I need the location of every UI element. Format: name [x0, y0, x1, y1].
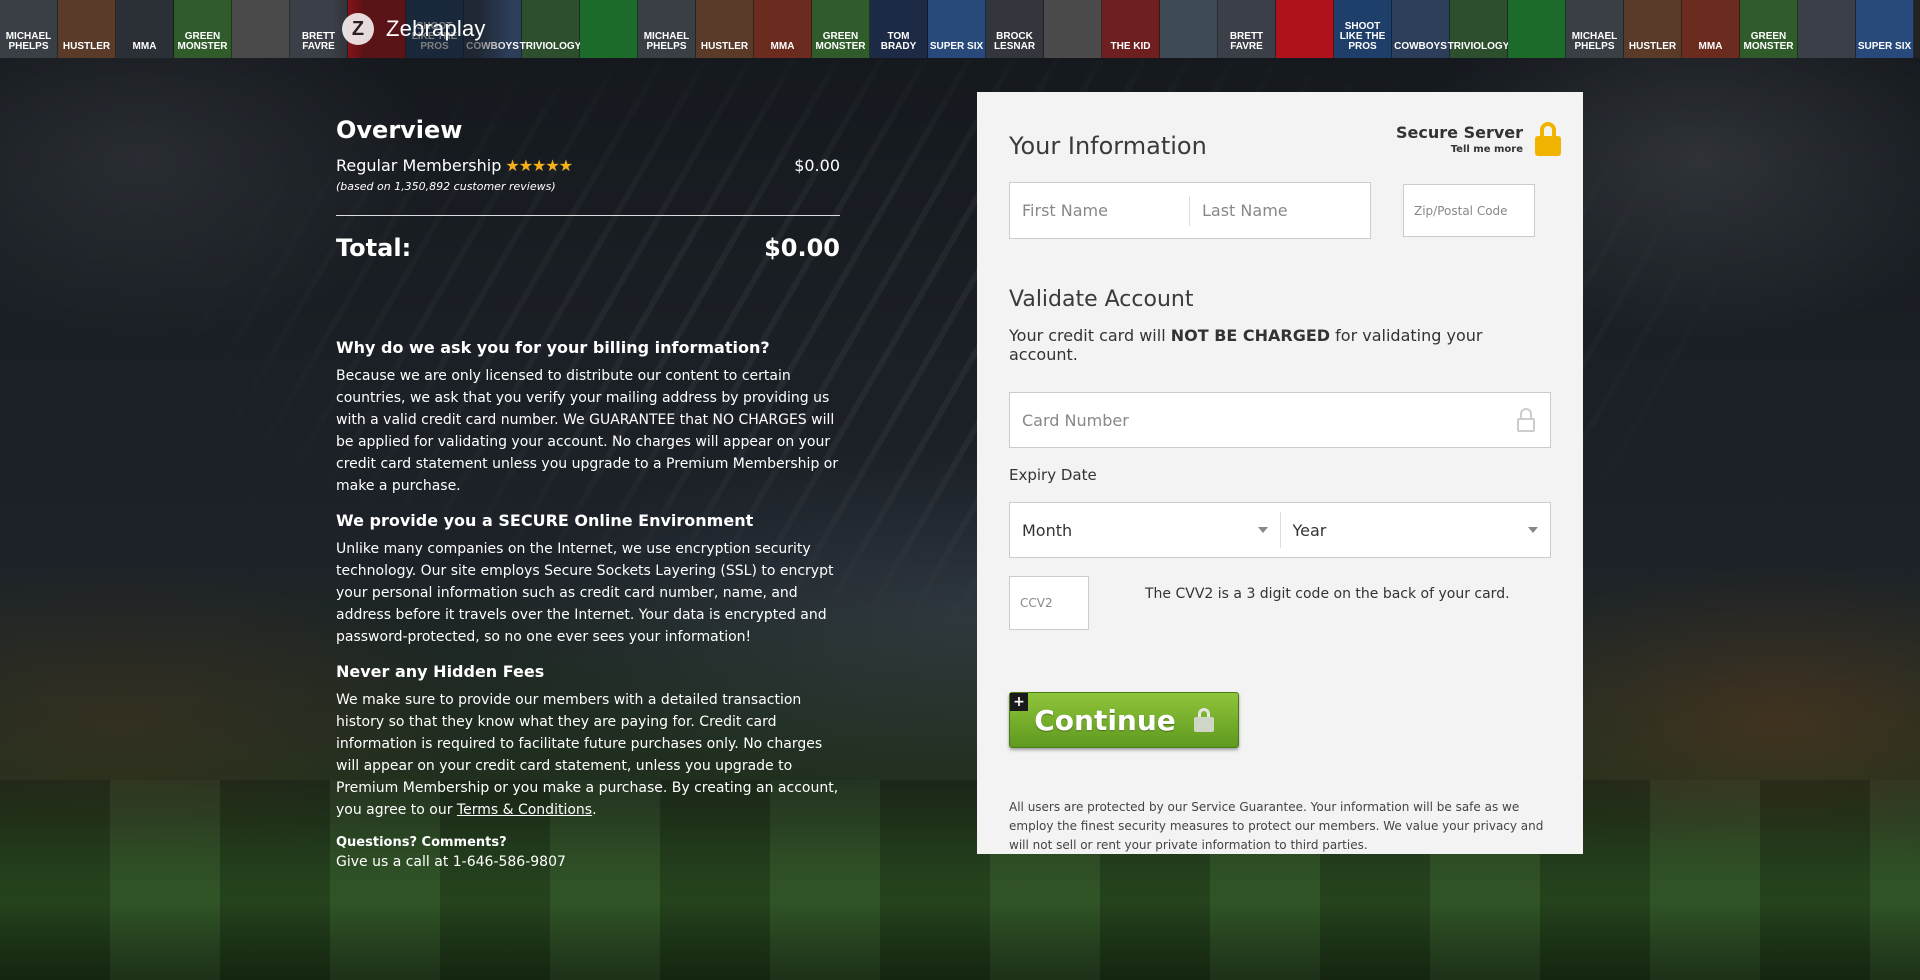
- cover-tile: [1044, 0, 1102, 58]
- zip-code-input[interactable]: [1403, 184, 1535, 237]
- validate-bold: NOT BE CHARGED: [1170, 326, 1331, 345]
- cover-tile: GREEN MONSTER: [1740, 0, 1798, 58]
- membership-name-wrap: Regular Membership ★★★★★: [336, 156, 573, 175]
- cover-tile: MICHAEL PHELPS: [1566, 0, 1624, 58]
- secure-heading: We provide you a SECURE Online Environme…: [336, 511, 754, 530]
- overview-title: Overview: [336, 116, 463, 144]
- expiry-label: Expiry Date: [1009, 466, 1097, 484]
- continue-button[interactable]: + Continue: [1009, 692, 1239, 748]
- cover-tile: [580, 0, 638, 58]
- name-fields: [1009, 182, 1414, 239]
- cover-tile: [1798, 0, 1856, 58]
- month-value: Month: [1022, 520, 1073, 540]
- total-row: Total: $0.00: [336, 234, 840, 262]
- contact: Questions? Comments? Give us a call at 1…: [336, 835, 840, 870]
- contact-question: Questions? Comments?: [336, 835, 507, 850]
- faq: Why do we ask you for your billing infor…: [336, 338, 840, 821]
- cover-tile: [1160, 0, 1218, 58]
- cvv-input[interactable]: [1009, 576, 1089, 630]
- cover-tile: GREEN MONSTER: [174, 0, 232, 58]
- cover-tile: MMA: [1682, 0, 1740, 58]
- brand[interactable]: Z Zebraplay: [332, 0, 510, 58]
- cover-tile: TRIVIOLOGY: [1448, 0, 1509, 58]
- lock-icon: [1535, 122, 1561, 156]
- rating-stars-icon: ★★★★★: [505, 156, 573, 175]
- month-select[interactable]: Month: [1010, 512, 1281, 548]
- cover-tile: [1508, 0, 1566, 58]
- total-value: $0.00: [764, 234, 840, 262]
- cover-tile: [1276, 0, 1334, 58]
- card-lock-icon: [1516, 408, 1536, 432]
- last-name-input[interactable]: [1190, 195, 1414, 226]
- cover-tile: COWBOYS: [1392, 0, 1450, 58]
- expiry-selects: Month Year: [1009, 502, 1551, 558]
- membership-row: Regular Membership ★★★★★ $0.00: [336, 156, 840, 175]
- terms-end: .: [592, 802, 597, 818]
- brand-name: Zebraplay: [386, 16, 486, 41]
- validate-account-title: Validate Account: [1009, 287, 1194, 312]
- terms-link[interactable]: Terms & Conditions: [457, 802, 592, 818]
- year-select[interactable]: Year: [1281, 512, 1551, 548]
- cover-tile: TRIVIOLOGY: [520, 0, 581, 58]
- cover-tile: SUPER SIX: [1856, 0, 1914, 58]
- cover-tile: MICHAEL PHELPS: [0, 0, 58, 58]
- cover-tiles: MICHAEL PHELPS HUSTLER MMA GREEN MONSTER BRE…: [0, 0, 1914, 58]
- chevron-down-icon: [1257, 527, 1268, 533]
- divider: [336, 215, 840, 216]
- turf: [0, 780, 1920, 980]
- cover-tile: SHOOT LIKE THE PROS: [1334, 0, 1392, 58]
- membership-price: $0.00: [794, 156, 840, 175]
- chevron-down-icon: [1528, 527, 1538, 533]
- fees-heading: Never any Hidden Fees: [336, 662, 545, 681]
- billing-form-panel: Your Information Secure Server Tell me m…: [977, 92, 1583, 854]
- cover-tile: BROCK LESNAR: [986, 0, 1044, 58]
- secure-server-title: Secure Server: [1396, 123, 1523, 142]
- total-label: Total:: [336, 234, 412, 262]
- secure-server-text: Secure Server Tell me more: [1396, 123, 1523, 155]
- contact-phone: Give us a call at 1-646-586-9807: [336, 854, 566, 870]
- cover-tile: MICHAEL PHELPS: [638, 0, 696, 58]
- cover-tile: SUPER SIX: [928, 0, 986, 58]
- secure-text: Unlike many companies on the Internet, w…: [336, 541, 834, 645]
- card-number-field: [1009, 392, 1551, 448]
- stadium-background: [0, 0, 1920, 980]
- first-name-input[interactable]: [1010, 195, 1190, 226]
- fees-paragraph: We make sure to provide our members with…: [336, 689, 840, 821]
- fees-text: We make sure to provide our members with…: [336, 692, 839, 818]
- cover-tile: MMA: [754, 0, 812, 58]
- validate-pre: Your credit card will: [1009, 326, 1171, 345]
- year-value: Year: [1292, 520, 1327, 540]
- cover-tile: TOM BRADY: [870, 0, 928, 58]
- cvv-row: The CVV2 is a 3 digit code on the back o…: [1009, 576, 1551, 630]
- continue-label: Continue: [1034, 703, 1176, 737]
- padlock-icon: [1193, 708, 1214, 732]
- secure-server[interactable]: Secure Server Tell me more: [1396, 122, 1561, 156]
- your-information-title: Your Information: [1009, 132, 1207, 160]
- cover-tile: GREEN MONSTER: [812, 0, 870, 58]
- billing-text: Because we are only licensed to distribu…: [336, 368, 839, 494]
- cvv-help: The CVV2 is a 3 digit code on the back o…: [1145, 586, 1510, 602]
- panel-header: Your Information Secure Server Tell me m…: [1009, 122, 1561, 160]
- cover-tile: THE KID: [1102, 0, 1160, 58]
- reviews-note: (based on 1,350,892 customer reviews): [336, 180, 556, 193]
- billing-heading: Why do we ask you for your billing infor…: [336, 338, 770, 357]
- header-banner: MICHAEL PHELPS HUSTLER MMA GREEN MONSTER BRE…: [0, 0, 1920, 58]
- cover-tile: [232, 0, 290, 58]
- cover-tile: HUSTLER: [1624, 0, 1682, 58]
- card-number-input[interactable]: [1010, 393, 1516, 447]
- name-row: [1009, 182, 1551, 239]
- zebraplay-logo-icon: Z: [342, 13, 374, 45]
- overview-column: Overview Regular Membership ★★★★★ $0.00 …: [336, 116, 840, 870]
- tell-me-more-link[interactable]: Tell me more: [1396, 144, 1523, 155]
- stadium-lights: [0, 60, 1920, 620]
- service-guarantee: All users are protected by our Service G…: [1009, 800, 1544, 852]
- cover-tile: HUSTLER: [58, 0, 116, 58]
- cover-tile: MMA: [116, 0, 174, 58]
- cover-tile: BRETT FAVRE: [1218, 0, 1276, 58]
- plus-icon: +: [1010, 693, 1028, 711]
- validate-subtitle: Your credit card will NOT BE CHARGED for…: [1009, 326, 1551, 364]
- membership-label: Regular Membership: [336, 156, 502, 175]
- cover-tile: HUSTLER: [696, 0, 754, 58]
